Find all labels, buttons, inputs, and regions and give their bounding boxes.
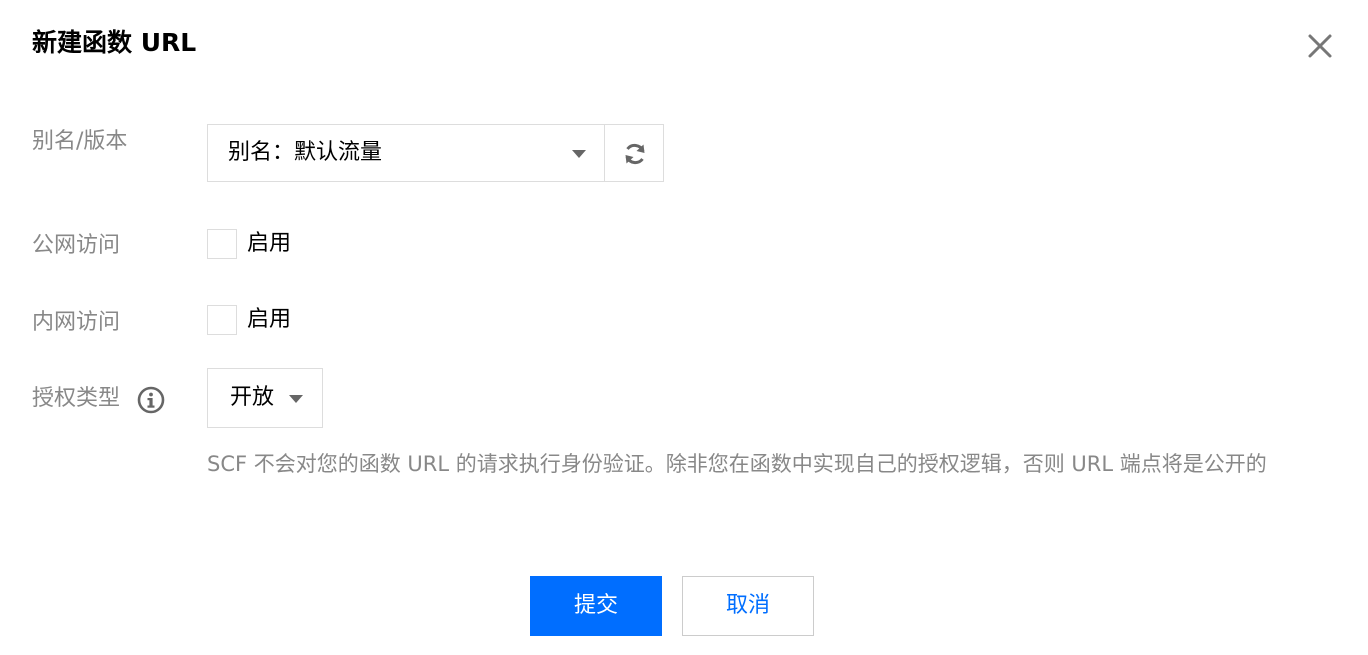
alias-version-label: 别名/版本 xyxy=(32,129,128,154)
chevron-down-icon xyxy=(289,395,303,403)
private-access-checkbox-label: 启用 xyxy=(247,307,292,332)
close-icon[interactable] xyxy=(1304,30,1336,62)
alias-version-select[interactable]: 别名：默认流量 xyxy=(207,124,605,182)
submit-button[interactable]: 提交 xyxy=(530,576,662,636)
alias-version-value: 别名：默认流量 xyxy=(228,140,383,165)
auth-type-label: 授权类型 xyxy=(32,386,121,411)
public-access-label: 公网访问 xyxy=(32,233,121,258)
dialog-title: 新建函数 URL xyxy=(32,28,197,57)
private-access-label: 内网访问 xyxy=(32,310,121,335)
cancel-button[interactable]: 取消 xyxy=(682,576,814,636)
auth-type-value: 开放 xyxy=(230,385,275,410)
auth-type-select[interactable]: 开放 xyxy=(207,368,323,428)
chevron-down-icon xyxy=(572,150,586,158)
auth-type-hint: SCF 不会对您的函数 URL 的请求执行身份验证。除非您在函数中实现自己的授权… xyxy=(207,452,1267,476)
refresh-button[interactable] xyxy=(604,124,664,182)
create-function-url-dialog: 新建函数 URL 别名/版本 别名：默认流量 公网访问 启用 内网访问 启用 授… xyxy=(0,0,1368,655)
info-icon[interactable] xyxy=(137,386,165,414)
refresh-icon xyxy=(625,144,645,164)
public-access-checkbox-label: 启用 xyxy=(247,231,292,256)
public-access-checkbox-box[interactable] xyxy=(207,229,237,259)
private-access-checkbox-box[interactable] xyxy=(207,305,237,335)
